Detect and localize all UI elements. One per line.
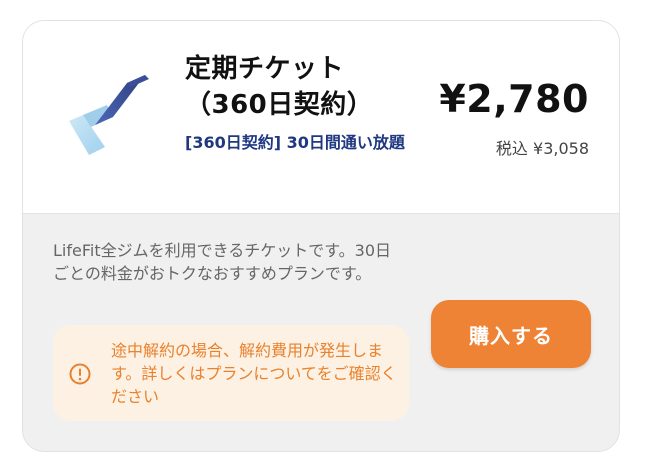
buy-button[interactable]: 購入する [431,300,591,368]
ticket-header: 定期チケット（360日契約） [360日契約] 30日間通い放題 ¥2,780 … [23,21,619,214]
cancellation-notice-text: 途中解約の場合、解約費用が発生します。詳しくはプランについてをご確認ください [111,341,397,406]
ticket-price: ¥2,780 [439,77,589,121]
ticket-card: 定期チケット（360日契約） [360日契約] 30日間通い放題 ¥2,780 … [22,20,620,452]
exclamation-circle-icon [69,363,91,385]
ticket-price-tax-included: 税込 ¥3,058 [495,139,589,158]
ticket-description: LifeFit全ジムを利用できるチケットです。30日ごとの料金がおトクなおすすめ… [53,241,392,283]
ticket-title: 定期チケット（360日契約） [185,54,374,120]
cancellation-notice: 途中解約の場合、解約費用が発生します。詳しくはプランについてをご確認ください [53,325,409,421]
lifefit-logo-icon [69,75,149,155]
ticket-subtitle: [360日契約] 30日間通い放題 [185,133,405,152]
